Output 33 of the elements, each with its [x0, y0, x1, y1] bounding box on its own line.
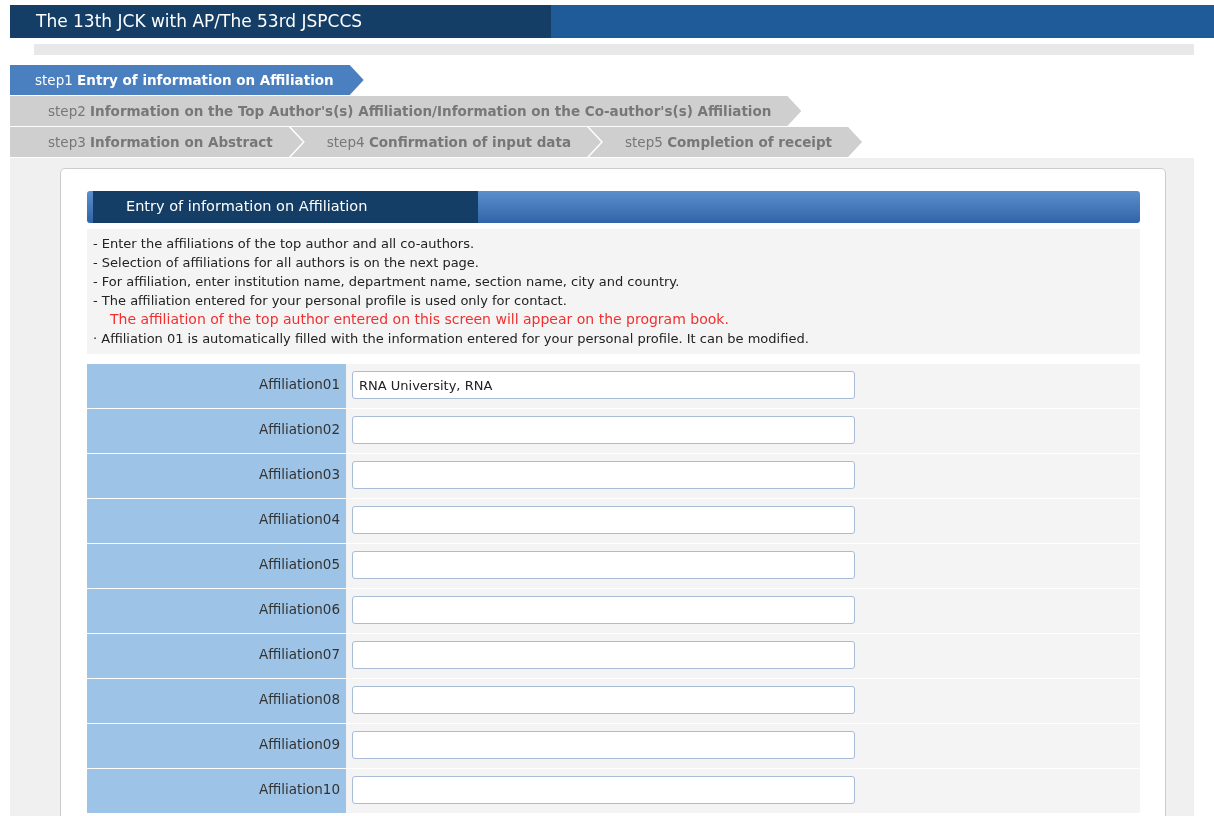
field-label: Affiliation04 — [87, 499, 346, 543]
instruction-text: - Enter the affiliations of the top author and all co-authors. — [93, 235, 476, 253]
input-field[interactable] — [352, 551, 855, 579]
input-field[interactable] — [352, 731, 855, 759]
step-tab[interactable]: step1 Entry of information on Affiliation — [10, 65, 364, 95]
field-label: Affiliation03 — [87, 454, 346, 498]
field-label: Affiliation08 — [87, 679, 346, 723]
input-field[interactable] — [352, 461, 855, 489]
instruction-text: - For affiliation, enter institution name, department name, section name, city and country. — [93, 273, 681, 291]
section-title: Entry of information on Affiliation — [93, 191, 478, 223]
input-field[interactable] — [352, 641, 855, 669]
step-tab[interactable]: step4 Confirmation of input data — [290, 127, 602, 157]
instruction-text: - The affiliation entered for your personal profile is used only for contact. — [93, 292, 568, 310]
step-tab[interactable]: step5 Completion of receipt — [589, 127, 863, 157]
field-label: Affiliation10 — [87, 769, 346, 813]
warning-text: The affiliation of the top author entered on this screen will appear on the program book. — [109, 310, 730, 329]
field-label: Affiliation09 — [87, 724, 346, 768]
input-field[interactable] — [352, 596, 855, 624]
site-title: The 13th JCK with AP/The 53rd JSPCCS — [10, 5, 551, 38]
instruction-text: - Selection of affiliations for all authors is on the next page. — [93, 254, 480, 272]
field-label: Affiliation07 — [87, 634, 346, 678]
input-field[interactable] — [352, 776, 855, 804]
field-label: Affiliation01 — [87, 364, 346, 408]
step-tab[interactable]: step2 Information on the Top Author's(s) Affiliation/Information on the Co-author's(s) Affiliation — [10, 96, 802, 126]
instruction-text: · Affiliation 01 is automatically filled with the information entered for your personal profile. It can be modified. — [93, 330, 810, 348]
input-field[interactable] — [352, 506, 855, 534]
input-field[interactable] — [352, 686, 855, 714]
field-label: Affiliation06 — [87, 589, 346, 633]
field-label: Affiliation02 — [87, 409, 346, 453]
input-field[interactable]: RNA University, RNA — [352, 371, 855, 399]
step-tab[interactable]: step3 Information on Abstract — [10, 127, 303, 157]
field-label: Affiliation05 — [87, 544, 346, 588]
input-field[interactable] — [352, 416, 855, 444]
